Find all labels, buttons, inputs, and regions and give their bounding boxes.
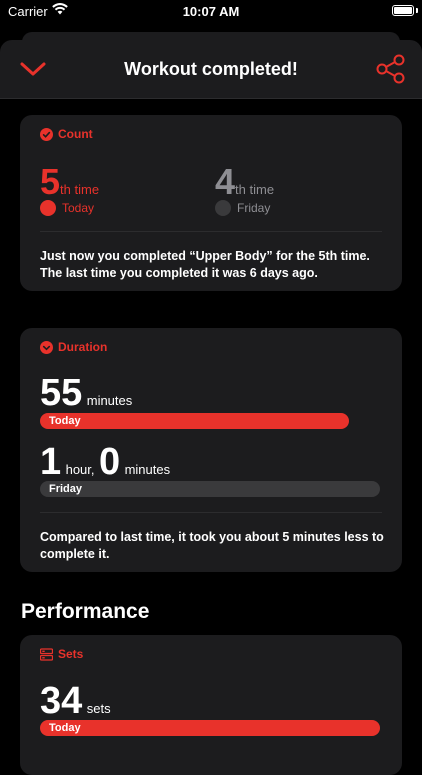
friday-duration-bar: Friday	[40, 481, 380, 497]
today-dot	[40, 200, 56, 216]
sets-number: 34	[40, 680, 83, 722]
workout-summary-sheet: Workout completed! Count 5th time Today	[0, 40, 422, 775]
current-day-row: Today	[40, 200, 94, 216]
sheet-header: Workout completed!	[0, 40, 422, 99]
previous-duration: 1 hour, 0 minutes	[40, 443, 170, 481]
check-circle-icon	[40, 127, 53, 141]
sets-label-text: Sets	[58, 647, 84, 661]
sets-unit: sets	[86, 701, 111, 716]
previous-duration-minutes-unit: minutes	[124, 462, 171, 477]
duration-label-text: Duration	[58, 340, 108, 354]
previous-count-suffix: th time	[235, 182, 275, 197]
share-icon	[376, 54, 405, 84]
previous-duration-hours-unit: hour,	[65, 462, 95, 477]
current-count-number: 5	[40, 161, 61, 202]
battery-icon	[392, 5, 414, 16]
count-card-label: Count	[40, 127, 93, 141]
sets-card-label: Sets	[39, 647, 84, 661]
share-button[interactable]	[376, 54, 406, 84]
count-card: Count 5th time Today 4th time Friday Jus…	[20, 115, 402, 291]
page-title: Workout completed!	[124, 59, 298, 79]
today-duration-bar: Today	[40, 413, 349, 429]
current-duration-unit: minutes	[86, 393, 133, 408]
duration-divider	[40, 512, 382, 513]
status-bar: Carrier 10:07 AM	[0, 0, 422, 24]
current-duration: 55 minutes	[40, 374, 132, 412]
friday-label: Friday	[237, 201, 271, 215]
previous-day-row: Friday	[215, 200, 270, 216]
count-divider	[40, 231, 382, 232]
battery-tip	[416, 8, 418, 13]
duration-card: Duration 55 minutes Today 1 hour, 0 minu…	[20, 328, 402, 572]
duration-card-label: Duration	[40, 340, 107, 354]
sets-icon	[39, 647, 54, 661]
sets-today-bar: Today	[40, 720, 380, 736]
previous-duration-hours: 1	[40, 441, 62, 483]
friday-dot	[215, 200, 231, 216]
sets-card: Sets 34 sets Today	[20, 635, 402, 775]
previous-duration-minutes: 0	[98, 441, 121, 483]
count-note: Just now you completed “Upper Body” for …	[40, 249, 370, 280]
status-time: 10:07 AM	[182, 4, 240, 19]
current-count-suffix: th time	[60, 182, 100, 197]
previous-count: 4th time	[215, 161, 274, 203]
duration-note: Compared to last time, it took you about…	[40, 530, 384, 561]
performance-heading: Performance	[21, 600, 150, 623]
current-duration-number: 55	[40, 372, 83, 414]
count-label-text: Count	[58, 127, 93, 141]
today-label: Today	[62, 201, 95, 215]
previous-count-number: 4	[215, 161, 236, 202]
clock-icon	[40, 340, 53, 354]
sets-value: 34 sets	[40, 682, 111, 720]
current-count: 5th time	[40, 161, 99, 203]
